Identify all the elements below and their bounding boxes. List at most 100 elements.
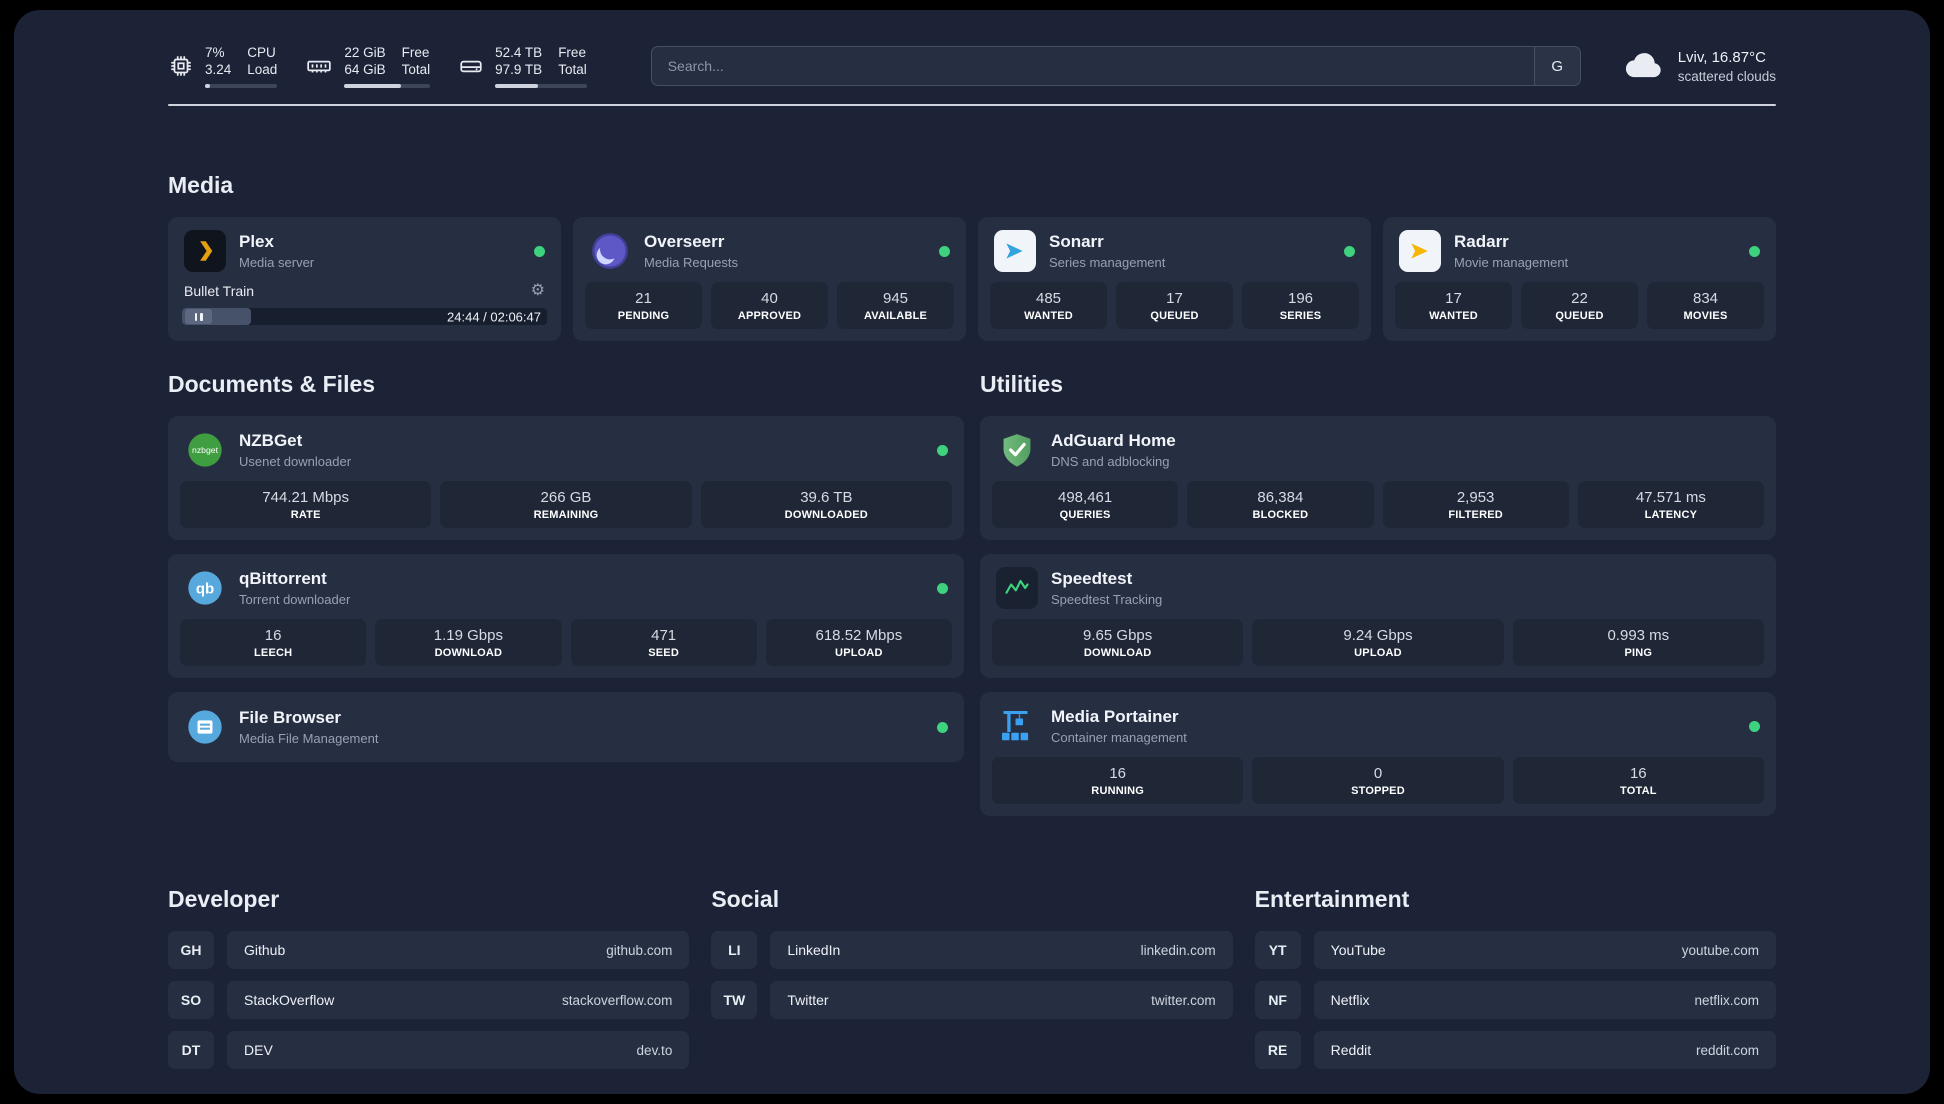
bookmark-row-youtube: YT YouTube youtube.com <box>1254 931 1776 969</box>
screenshot-frame: 7% 3.24 CPU Load 22 GiB 64 GiB Free Tota… <box>0 0 1944 1104</box>
section-developer: Developer GH Github github.com SO StackO… <box>168 886 690 1069</box>
stat-tile: 9.24 Gbps UPLOAD <box>1252 619 1504 666</box>
adguard-icon <box>996 429 1038 471</box>
portainer-icon <box>996 705 1038 747</box>
memory-meter <box>344 84 431 88</box>
app-card-overseerr[interactable]: Overseerr Media Requests 21 PENDING 40 A… <box>573 217 966 341</box>
app-card-sonarr[interactable]: Sonarr Series management 485 WANTED 17 Q… <box>978 217 1371 341</box>
bookmark-abbr[interactable]: RE <box>1254 1031 1301 1069</box>
search-input[interactable] <box>651 47 1534 85</box>
nzbget-icon: nzbget <box>184 429 226 471</box>
app-subtitle: Usenet downloader <box>239 454 352 469</box>
stat-tile: 945 AVAILABLE <box>837 282 954 329</box>
stat-tile: 834 MOVIES <box>1647 282 1764 329</box>
cpu-chip-icon <box>168 53 194 79</box>
app-name: NZBGet <box>239 431 303 450</box>
bookmark-row-stackoverflow: SO StackOverflow stackoverflow.com <box>168 981 690 1019</box>
status-dot <box>534 245 545 257</box>
stat-tile: 40 APPROVED <box>711 282 828 329</box>
now-playing-title: Bullet Train <box>184 283 255 299</box>
app-card-plex[interactable]: Plex Media server Bullet Train ⚙ 24:44 /… <box>168 217 561 341</box>
hard-drive-icon <box>458 53 484 79</box>
bookmark-abbr[interactable]: LI <box>711 931 758 969</box>
app-name: Sonarr <box>1049 232 1104 251</box>
app-card-adguard[interactable]: AdGuard Home DNS and adblocking 498,461 … <box>980 416 1776 540</box>
stat-tile: 485 WANTED <box>990 282 1107 329</box>
stat-tile: 266 GB REMAINING <box>440 481 692 528</box>
app-name: Overseerr <box>644 232 725 251</box>
stat-tile: 16 TOTAL <box>1512 757 1764 804</box>
bookmark-link[interactable]: Twitter twitter.com <box>770 981 1233 1019</box>
stat-tile: 471 SEED <box>570 619 757 666</box>
filebrowser-icon <box>184 706 226 748</box>
memory-free: 22 GiB <box>344 45 386 60</box>
stat-tile: 0 STOPPED <box>1252 757 1504 804</box>
bookmark-link[interactable]: StackOverflow stackoverflow.com <box>227 981 690 1019</box>
bookmark-abbr[interactable]: SO <box>168 981 214 1019</box>
cpu-meter <box>205 84 278 88</box>
cpu-load: 3.24 <box>205 62 232 77</box>
section-documents: Documents & Files nzbget NZBGet Usenet d… <box>168 371 964 816</box>
bookmark-abbr[interactable]: YT <box>1254 931 1301 969</box>
app-name: qBittorrent <box>239 569 327 588</box>
search-engine-button[interactable]: G <box>1533 47 1580 85</box>
bookmark-link[interactable]: Netflix netflix.com <box>1313 981 1776 1019</box>
status-dot <box>937 721 948 733</box>
gear-icon[interactable]: ⚙ <box>531 283 545 299</box>
bookmark-row-linkedin: LI LinkedIn linkedin.com <box>711 931 1233 969</box>
section-title-utilities: Utilities <box>980 371 1064 397</box>
plex-icon <box>184 230 226 272</box>
app-card-speedtest[interactable]: Speedtest Speedtest Tracking 9.65 Gbps D… <box>980 554 1776 678</box>
app-name: Radarr <box>1454 232 1509 251</box>
dashboard: 7% 3.24 CPU Load 22 GiB 64 GiB Free Tota… <box>14 10 1930 1094</box>
stat-tile: 21 PENDING <box>585 282 702 329</box>
bookmark-link[interactable]: YouTube youtube.com <box>1313 931 1776 969</box>
app-name: Media Portainer <box>1051 707 1179 726</box>
disk-label-1: Free <box>558 45 586 60</box>
app-name: Speedtest <box>1051 569 1133 588</box>
bookmark-link[interactable]: DEV dev.to <box>227 1031 690 1069</box>
bookmark-link[interactable]: Reddit reddit.com <box>1313 1031 1776 1069</box>
weather-condition: scattered clouds <box>1677 68 1776 84</box>
bookmark-abbr[interactable]: TW <box>711 981 758 1019</box>
weather-widget: Lviv, 16.87°C scattered clouds <box>1623 48 1776 85</box>
app-card-filebrowser[interactable]: File Browser Media File Management <box>168 692 964 762</box>
sonarr-icon <box>994 230 1036 272</box>
cpu-label-2: Load <box>247 62 278 77</box>
section-title-developer: Developer <box>168 886 280 912</box>
memory-label-2: Total <box>401 62 431 77</box>
pause-button[interactable] <box>185 309 212 324</box>
bookmark-abbr[interactable]: GH <box>168 931 214 969</box>
section-title-documents: Documents & Files <box>168 371 376 397</box>
app-card-portainer[interactable]: Media Portainer Container management 16 … <box>980 692 1776 816</box>
app-subtitle: Movie management <box>1454 255 1569 270</box>
app-card-nzbget[interactable]: nzbget NZBGet Usenet downloader 744.21 M… <box>168 416 964 540</box>
bookmark-row-reddit: RE Reddit reddit.com <box>1254 1031 1776 1069</box>
stat-tile: 9.65 Gbps DOWNLOAD <box>992 619 1244 666</box>
playback-time: 24:44 / 02:06:47 <box>447 309 541 324</box>
status-dot <box>1749 720 1760 732</box>
status-dot <box>937 444 948 456</box>
status-dot <box>1749 245 1760 257</box>
bookmark-link[interactable]: LinkedIn linkedin.com <box>770 931 1233 969</box>
section-social: Social LI LinkedIn linkedin.com TW Twitt… <box>711 886 1233 1069</box>
bookmark-abbr[interactable]: NF <box>1254 981 1301 1019</box>
app-card-qbittorrent[interactable]: qb qBittorrent Torrent downloader 16 LEE… <box>168 554 964 678</box>
app-name: Plex <box>239 232 274 251</box>
section-title-entertainment: Entertainment <box>1254 886 1410 912</box>
app-subtitle: Torrent downloader <box>239 592 351 607</box>
app-subtitle: Series management <box>1049 255 1166 270</box>
bookmark-abbr[interactable]: DT <box>168 1031 214 1069</box>
disk-total: 97.9 TB <box>495 62 543 77</box>
memory-label-1: Free <box>401 45 430 60</box>
search-bar: G <box>650 46 1581 86</box>
app-card-radarr[interactable]: Radarr Movie management 17 WANTED 22 QUE… <box>1383 217 1776 341</box>
app-subtitle: Media File Management <box>239 731 379 746</box>
overseerr-icon <box>589 230 631 272</box>
memory-total: 64 GiB <box>344 62 386 77</box>
playback-progress-bar[interactable]: 24:44 / 02:06:47 <box>182 306 547 327</box>
bookmark-link[interactable]: Github github.com <box>227 931 690 969</box>
svg-text:qb: qb <box>196 581 214 598</box>
stat-tile: 39.6 TB DOWNLOADED <box>700 481 952 528</box>
stat-tile: 16 LEECH <box>180 619 367 666</box>
